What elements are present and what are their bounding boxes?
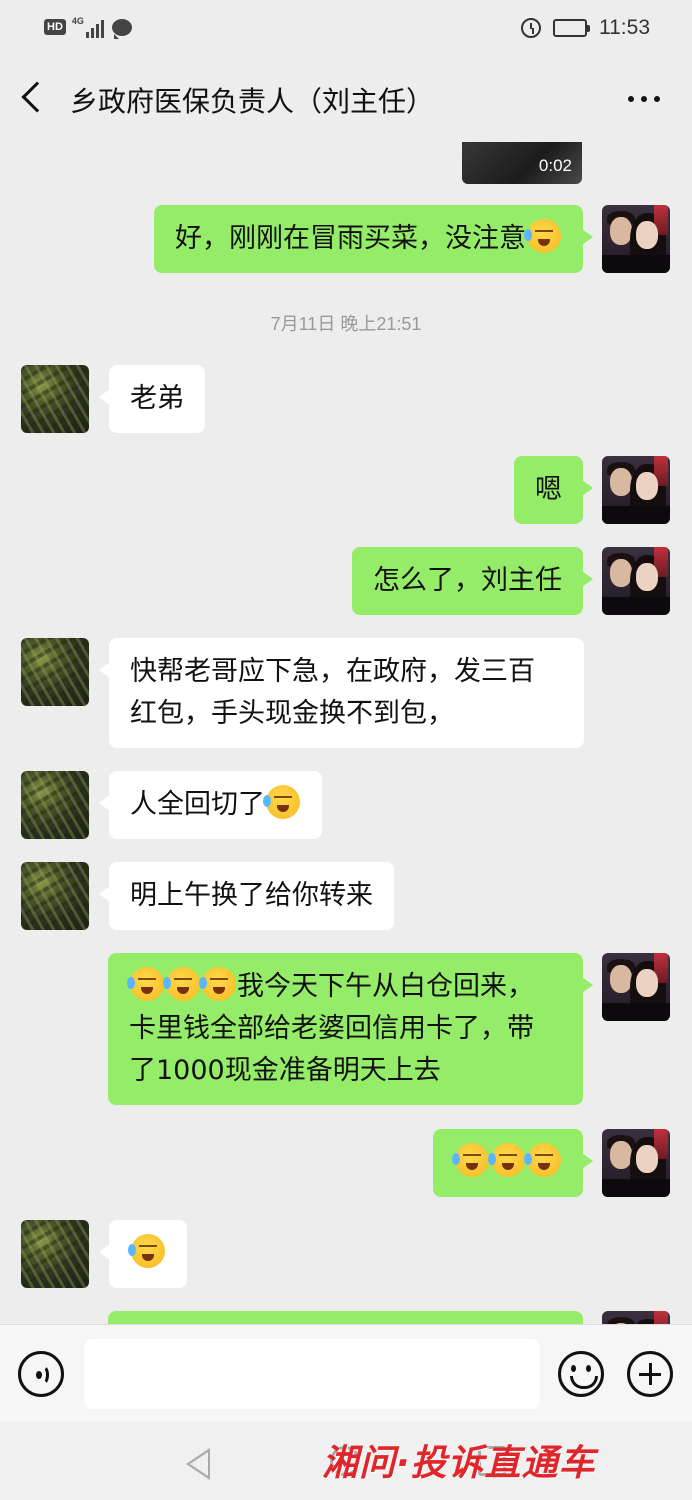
my-avatar[interactable]	[602, 205, 670, 273]
video-duration: 0:02	[538, 156, 572, 175]
contact-avatar[interactable]	[21, 638, 89, 706]
emoji-picker-icon[interactable]	[558, 1351, 604, 1397]
my-avatar[interactable]	[602, 1129, 670, 1197]
facepalm-emoji-icon	[263, 785, 300, 819]
message-text-input[interactable]	[84, 1339, 540, 1409]
chat-message-list[interactable]: 0:02 好，刚刚在冒雨买菜，没注意 7月11日 晚上21:51 老弟 嗯 怎么…	[0, 142, 692, 1324]
message-text: 好，刚刚在冒雨买菜，没注意	[175, 223, 526, 254]
more-options-icon[interactable]	[628, 96, 660, 102]
back-arrow-icon[interactable]	[21, 81, 53, 113]
contact-avatar[interactable]	[21, 862, 89, 930]
chat-header: 乡政府医保负责人（刘主任）	[0, 58, 692, 142]
message-text: 嗯	[535, 474, 562, 505]
tears-of-joy-emoji-icon	[199, 967, 236, 1001]
network-label: 4G	[71, 16, 84, 26]
my-avatar[interactable]	[602, 456, 670, 524]
message-bubble-received[interactable]: 老弟	[99, 365, 205, 433]
chat-title: 乡政府医保负责人（刘主任）	[70, 85, 435, 118]
tears-of-joy-emoji-icon	[127, 967, 164, 1001]
message-timestamp: 7月11日 晚上21:51	[270, 314, 422, 334]
message-text-line: 红包，手头现金换不到包，	[130, 698, 454, 729]
message-notification-icon	[111, 18, 132, 39]
message-bubble-received[interactable]	[99, 1220, 187, 1288]
more-actions-plus-icon[interactable]	[627, 1351, 673, 1397]
message-bubble-sent[interactable]: 我今天下午从白仓回来， 卡里钱全部给老婆回信用卡了，带 了1000现金准备明天上…	[108, 953, 593, 1105]
message-bubble-sent[interactable]	[433, 1129, 593, 1197]
message-text: 老弟	[130, 383, 184, 414]
message-bubble-sent[interactable]: 怎么了，刘主任	[352, 547, 593, 615]
message-text: 人全回切了	[130, 789, 265, 820]
message-bubble-received[interactable]: 快帮老哥应下急，在政府，发三百 红包，手头现金换不到包，	[99, 638, 584, 748]
crying-laughing-emoji-icon	[524, 219, 561, 253]
message-text-line: 快帮老哥应下急，在政府，发三百	[130, 656, 535, 687]
status-time: 11:53	[599, 16, 650, 39]
status-bar: HD 4G 11:53	[0, 0, 692, 58]
alarm-icon	[521, 18, 541, 38]
voice-input-icon[interactable]	[18, 1351, 64, 1397]
contact-avatar[interactable]	[21, 771, 89, 839]
contact-avatar[interactable]	[21, 1220, 89, 1288]
tears-of-joy-emoji-icon	[163, 967, 200, 1001]
message-bubble-sent[interactable]: 好，刚刚在冒雨买菜，没注意	[154, 205, 593, 273]
my-avatar[interactable]	[602, 547, 670, 615]
message-bubble-sent[interactable]: 嗯	[514, 456, 593, 524]
facepalm-emoji-icon	[128, 1234, 165, 1268]
nav-back-icon[interactable]	[186, 1448, 210, 1480]
facepalm-emoji-icon	[488, 1143, 525, 1177]
message-text-line: 卡里钱全部给老婆回信用卡了，带	[129, 1013, 534, 1044]
message-input-bar	[0, 1324, 692, 1422]
status-left: HD 4G	[44, 16, 132, 39]
message-text-line: 了1000现金准备明天上去	[129, 1055, 441, 1086]
my-avatar[interactable]	[602, 1311, 670, 1324]
message-text-line: 我今天下午从白仓回来，	[237, 971, 534, 1002]
message-bubble-received[interactable]: 明上午换了给你转来	[99, 862, 394, 930]
status-right: 11:53	[521, 16, 650, 40]
facepalm-emoji-icon	[452, 1143, 489, 1177]
message-bubble-sent[interactable]	[108, 1311, 583, 1324]
signal-icon: 4G	[72, 16, 106, 38]
facepalm-emoji-icon	[524, 1143, 561, 1177]
battery-icon	[553, 19, 590, 37]
hd-badge: HD	[44, 19, 66, 35]
system-navigation-bar: 湘问·投诉直通车	[0, 1422, 692, 1500]
video-message[interactable]: 0:02	[462, 142, 582, 184]
message-text: 明上午换了给你转来	[130, 880, 373, 911]
message-text: 怎么了，刘主任	[373, 565, 562, 596]
message-bubble-received[interactable]: 人全回切了	[99, 771, 322, 839]
watermark: 湘问·投诉直通车	[322, 1443, 596, 1484]
my-avatar[interactable]	[602, 953, 670, 1021]
contact-avatar[interactable]	[21, 365, 89, 433]
